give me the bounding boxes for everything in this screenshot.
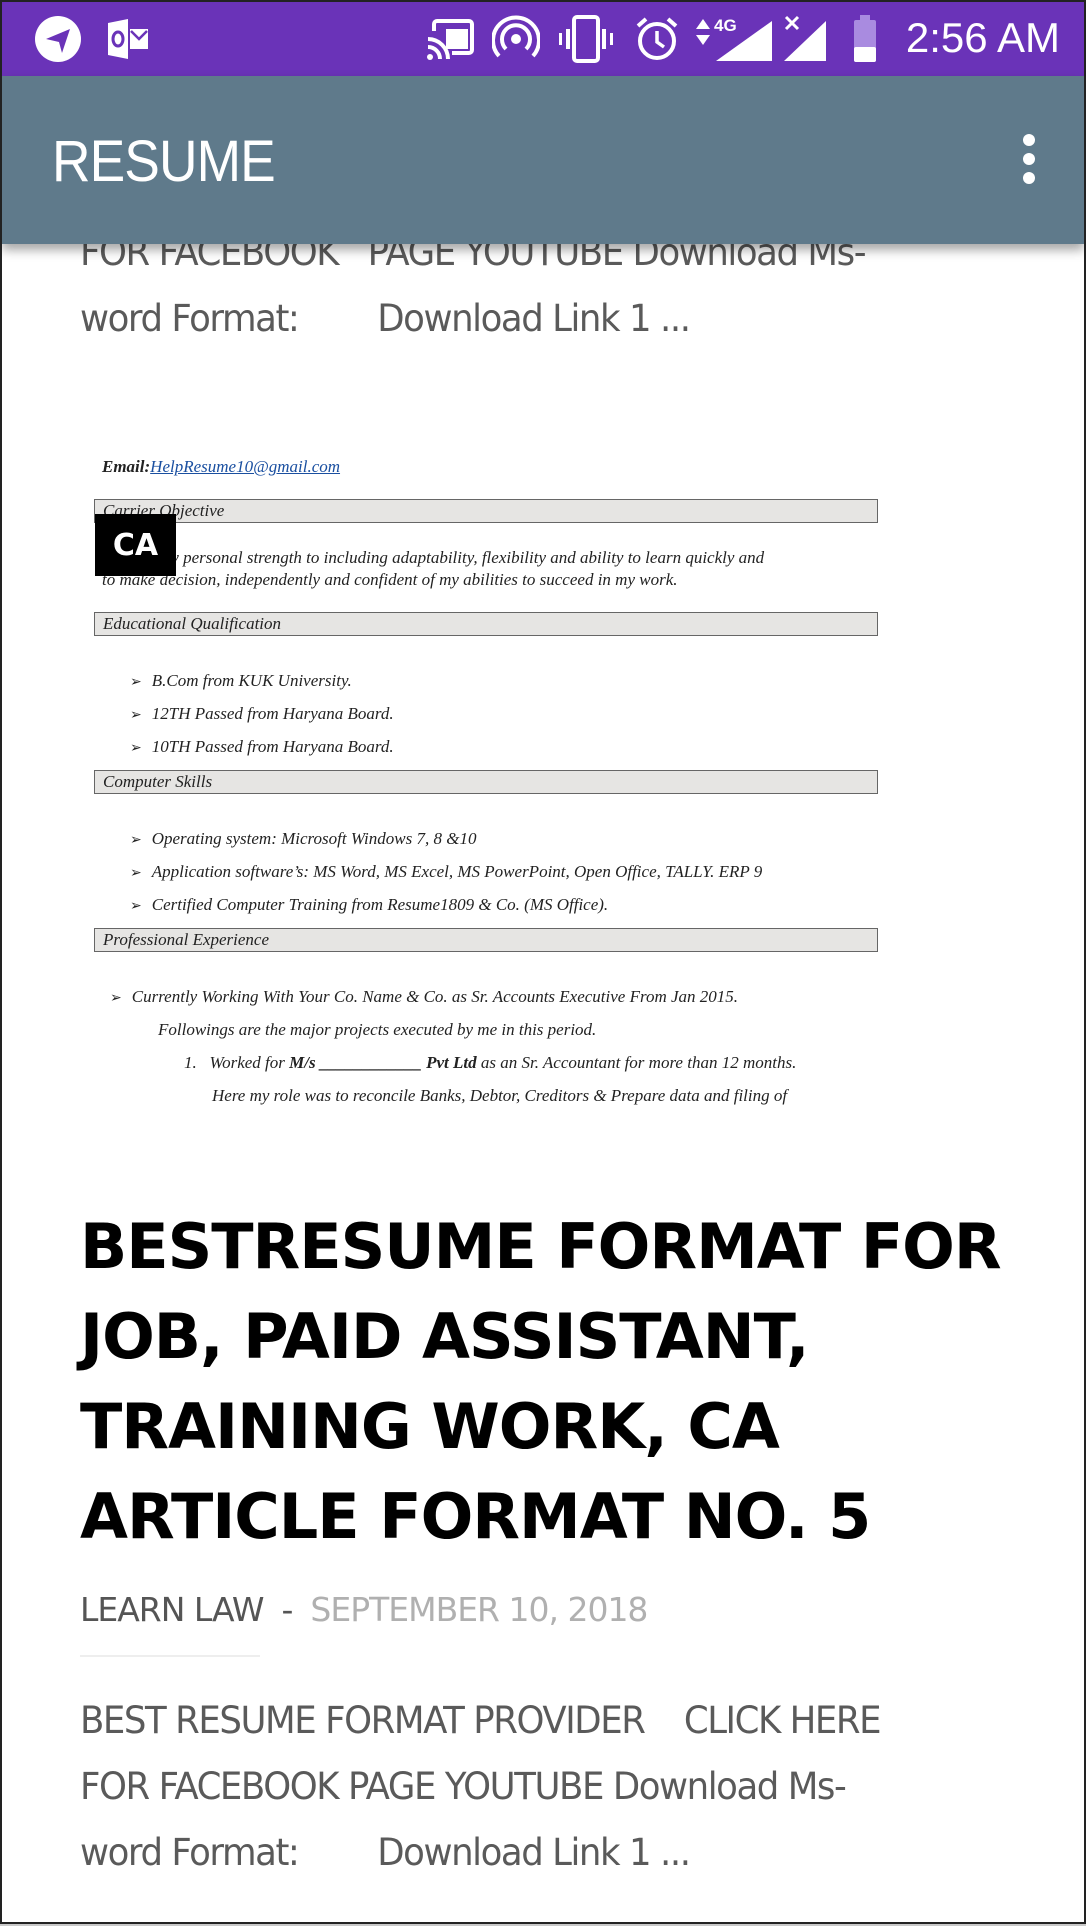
arrow-bullet-icon: ➢ (130, 741, 142, 756)
phone-screen: 4G 2:56 AM RESUME FOR FACEBOOK PAGE YOUT… (0, 0, 1086, 1924)
navigation-arrow-icon (34, 16, 82, 62)
vibrate-icon (558, 15, 614, 63)
paragraph-line: to make decision, independently and conf… (102, 570, 678, 589)
section-heading: Carrier Objective (94, 499, 878, 523)
list-item: ➢ Currently Working With Your Co. Name & … (110, 987, 738, 1007)
meta-separator: - (281, 1590, 293, 1629)
data-4g-icon: 4G (694, 16, 774, 62)
list-item: ➢ Certified Computer Training from Resume… (130, 895, 608, 915)
section-heading: Educational Qualification (94, 612, 878, 636)
alarm-icon (634, 16, 680, 62)
section-heading: Professional Experience (94, 928, 878, 952)
network-type-label: 4G (714, 16, 737, 35)
objective-paragraph: To offer my personal strength to includi… (102, 547, 882, 591)
numbered-item: 1. Worked for M/s ____________ Pvt Ltd a… (184, 1053, 796, 1073)
excerpt-line: word Format: Download Link 1 ... (80, 1831, 691, 1874)
arrow-bullet-icon: ➢ (130, 899, 142, 914)
outlook-icon (106, 16, 150, 62)
list-item-text: Operating system: Microsoft Windows 7, 8… (151, 829, 477, 848)
excerpt-line: FOR FACEBOOK PAGE YOUTUBE Download Ms- (80, 1765, 847, 1808)
arrow-bullet-icon: ➢ (110, 991, 122, 1006)
status-bar: 4G 2:56 AM (2, 2, 1084, 76)
title-line: TRAINING WORK, CA (80, 1390, 780, 1463)
numbered-item-continued: Here my role was to reconcile Banks, Deb… (212, 1086, 788, 1105)
title-line: JOB, PAID ASSISTANT, (80, 1300, 810, 1373)
post-meta: LEARN LAW - SEPTEMBER 10, 2018 (80, 1590, 648, 1629)
title-line: ARTICLE FORMAT NO. 5 (80, 1480, 871, 1553)
post-author[interactable]: LEARN LAW (80, 1590, 264, 1629)
item-number: 1. (184, 1053, 197, 1072)
post-thumbnail[interactable]: Email:HelpResume10@gmail.com Carrier Obj… (92, 457, 892, 1132)
list-item: ➢ 12TH Passed from Haryana Board. (130, 704, 394, 724)
company-name: M/s ____________ Pvt Ltd (289, 1053, 477, 1072)
arrow-bullet-icon: ➢ (130, 866, 142, 881)
excerpt-line: BEST RESUME FORMAT PROVIDER CLICK HERE (80, 1699, 882, 1742)
no-signal-icon (782, 15, 828, 62)
resume-email-line: Email:HelpResume10@gmail.com (102, 457, 340, 477)
list-item-text: 10TH Passed from Haryana Board. (151, 737, 394, 756)
clock-time: 2:56 AM (905, 14, 1060, 61)
list-item-text: Application software’s: MS Word, MS Exce… (151, 862, 763, 881)
email-label: Email: (102, 457, 151, 476)
post-excerpt[interactable]: BEST RESUME FORMAT PROVIDER CLICK HERE F… (80, 1688, 944, 1886)
category-badge[interactable]: CA (95, 514, 176, 576)
more-options-button[interactable] (1014, 134, 1044, 190)
post-date: SEPTEMBER 10, 2018 (310, 1590, 648, 1629)
list-item-text: 12TH Passed from Haryana Board. (151, 704, 394, 723)
item-text: Worked for (209, 1053, 290, 1072)
cast-icon (426, 16, 476, 62)
more-vert-icon (1014, 134, 1044, 184)
meta-divider (80, 1655, 260, 1657)
list-item: ➢ Operating system: Microsoft Windows 7, … (130, 829, 476, 849)
arrow-bullet-icon: ➢ (130, 708, 142, 723)
title-line: BESTRESUME FORMAT FOR (80, 1210, 1002, 1283)
arrow-bullet-icon: ➢ (130, 675, 142, 690)
list-item: ➢ 10TH Passed from Haryana Board. (130, 737, 394, 757)
post-title[interactable]: BESTRESUME FORMAT FOR JOB, PAID ASSISTAN… (80, 1202, 1040, 1562)
app-bar: RESUME (2, 76, 1084, 244)
paragraph-line: To offer my personal strength to includi… (102, 548, 765, 567)
excerpt-line: word Format: Download Link 1 ... (80, 297, 691, 340)
list-item-text: Currently Working With Your Co. Name & C… (131, 987, 739, 1006)
email-link: HelpResume10@gmail.com (150, 457, 341, 476)
experience-followup: Followings are the major projects execut… (158, 1020, 597, 1039)
section-heading: Computer Skills (94, 770, 878, 794)
arrow-bullet-icon: ➢ (130, 833, 142, 848)
list-item: ➢ Application software’s: MS Word, MS Exc… (130, 862, 762, 882)
hotspot-icon (492, 15, 540, 62)
list-item-text: B.Com from KUK University. (151, 671, 352, 690)
list-item: ➢ B.Com from KUK University. (130, 671, 352, 691)
list-item-text: Certified Computer Training from Resume1… (151, 895, 609, 914)
app-title: RESUME (52, 129, 276, 194)
item-text: as an Sr. Accountant for more than 12 mo… (476, 1053, 797, 1072)
battery-icon (852, 15, 878, 62)
